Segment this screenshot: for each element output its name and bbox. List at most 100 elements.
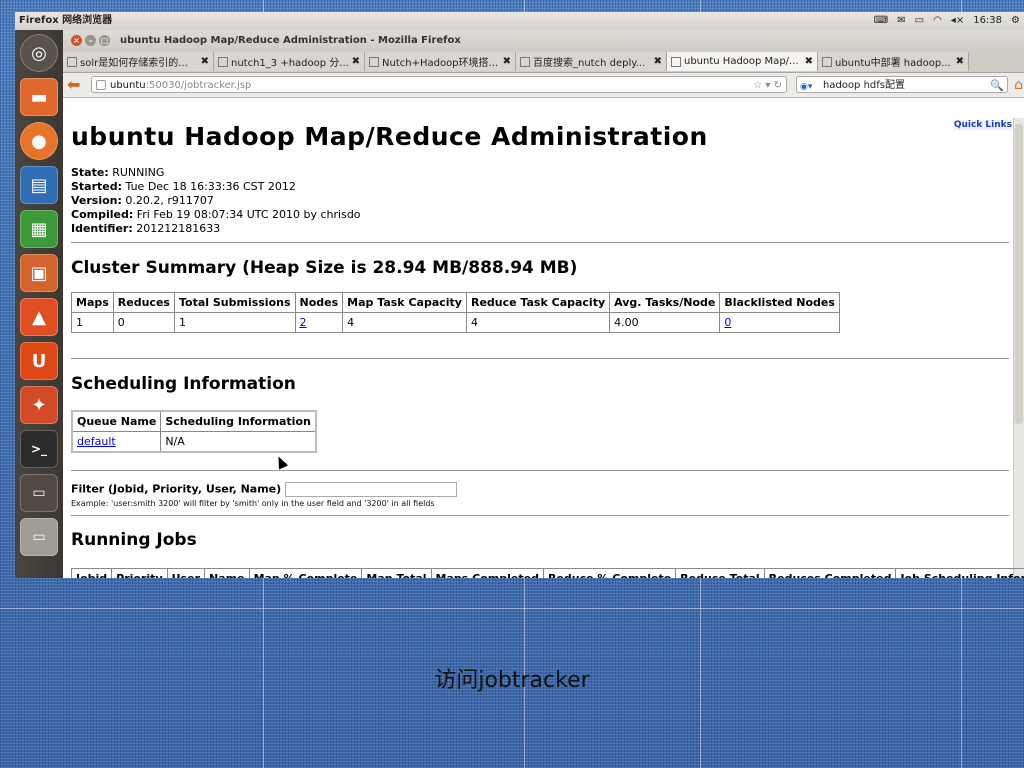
table-cell: 0 (112, 312, 175, 333)
search-engine-icon[interactable]: ◉▾ (800, 79, 812, 96)
volume-icon[interactable]: ◂× (951, 12, 964, 30)
table-row: default N/A (71, 431, 317, 453)
window-titlebar[interactable]: × – □ ubuntu Hadoop Map/Reduce Administr… (63, 30, 1024, 52)
maximize-window-button[interactable]: □ (99, 35, 110, 46)
system-settings-icon[interactable]: ✦ (20, 386, 58, 424)
scrollbar-thumb[interactable] (1015, 124, 1023, 424)
close-tab-icon[interactable]: ✖ (805, 56, 813, 67)
close-tab-icon[interactable]: ✖ (956, 56, 964, 67)
search-input[interactable]: hadoop hdfs配置 (823, 80, 905, 91)
column-header: Map % Complete (248, 568, 363, 578)
impress-icon[interactable]: ▣ (20, 254, 58, 292)
info-line: Version: 0.20.2, r911707 (71, 194, 361, 208)
tab-favicon-icon (520, 56, 530, 67)
column-header: Job Scheduling Information (895, 568, 1024, 578)
info-value: RUNNING (112, 166, 165, 179)
navigation-bar: ⬅ ubuntu:50030/jobtracker.jsp ☆ ▾ ↻ ◉▾ h… (63, 73, 1024, 98)
column-header: Reduces (112, 292, 175, 313)
web-page: Quick Links ubuntu Hadoop Map/Reduce Adm… (63, 118, 1024, 578)
info-line: Started: Tue Dec 18 16:33:36 CST 2012 (71, 180, 361, 194)
jobtracker-info: State: RUNNING Started: Tue Dec 18 16:33:… (71, 166, 361, 236)
terminal-icon[interactable]: >_ (20, 430, 58, 468)
info-value: 0.20.2, r911707 (125, 194, 214, 207)
mail-icon[interactable]: ✉ (897, 12, 905, 30)
cell-link[interactable]: 2 (300, 316, 307, 329)
column-header: Reduces Completed (763, 568, 897, 578)
cell-link[interactable]: 0 (724, 316, 731, 329)
divider (71, 470, 1009, 471)
info-label: Identifier: (71, 222, 133, 235)
cluster-summary-table: Maps Reduces Total Submissions Nodes Map Tas… (71, 292, 840, 333)
search-bar[interactable]: ◉▾ hadoop hdfs配置 🔍 (796, 76, 1008, 93)
scheduling-table: Queue Name Scheduling Information default… (71, 410, 317, 453)
column-header: Jobid (70, 568, 113, 578)
back-arrow-icon[interactable]: ⬅ (67, 76, 80, 94)
filter-row: Filter (Jobid, Priority, User, Name) (71, 482, 458, 497)
software-center-icon[interactable]: ▲ (20, 298, 58, 336)
top-panel: Firefox 网络浏览器 ⌨ ✉ ▭ ◠ ◂× 16:38 ⚙ (15, 12, 1024, 31)
close-window-button[interactable]: × (71, 35, 82, 46)
close-tab-icon[interactable]: ✖ (654, 56, 662, 67)
vertical-scrollbar[interactable] (1013, 118, 1024, 578)
close-tab-icon[interactable]: ✖ (503, 56, 511, 67)
column-header: Total Submissions (173, 292, 296, 313)
launcher: ◎ ▬ ● ▤ ▦ ▣ ▲ U ✦ >_ ▭ ▭ (15, 30, 64, 578)
divider (71, 242, 1009, 243)
info-label: Version: (71, 194, 122, 207)
filter-input[interactable] (285, 482, 458, 497)
workspace-switcher-icon[interactable]: ▭ (20, 474, 58, 512)
browser-tab[interactable]: Nutch+Hadoop环境搭... ✖ (365, 52, 516, 71)
browser-tab[interactable]: 百度搜索_nutch deply... ✖ (516, 52, 667, 71)
divider (71, 515, 1009, 516)
calc-icon[interactable]: ▦ (20, 210, 58, 248)
table-row: 1 0 1 2 4 4 4.00 0 (71, 312, 840, 333)
divider (71, 358, 1009, 359)
column-header: Reduce Task Capacity (465, 292, 611, 313)
mouse-cursor (273, 454, 289, 470)
gear-icon[interactable]: ⚙ (1011, 12, 1020, 30)
info-line: Identifier: 201212181633 (71, 222, 361, 236)
info-value: 201212181633 (136, 222, 221, 235)
url-host: ubuntu (110, 80, 146, 91)
close-tab-icon[interactable]: ✖ (352, 56, 360, 67)
column-header: Reduce % Complete (542, 568, 677, 578)
drive-icon[interactable]: ▭ (20, 518, 58, 556)
browser-tab[interactable]: ubuntu中部署 hadoop... ✖ (818, 52, 969, 71)
info-line: Compiled: Fri Feb 19 08:07:34 UTC 2010 b… (71, 208, 361, 222)
wifi-icon[interactable]: ◠ (933, 12, 942, 30)
url-bar[interactable]: ubuntu:50030/jobtracker.jsp ☆ ▾ ↻ (91, 76, 787, 93)
filter-label: Filter (Jobid, Priority, User, Name) (71, 482, 282, 496)
tab-strip: solr是如何存储索引的... ✖ nutch1_3 +hadoop 分... ✖ Nu… (63, 52, 1024, 73)
firefox-icon[interactable]: ● (20, 122, 58, 160)
browser-tab[interactable]: nutch1_3 +hadoop 分... ✖ (214, 52, 365, 71)
column-header: Map Task Capacity (342, 292, 467, 313)
writer-icon[interactable]: ▤ (20, 166, 58, 204)
system-tray: ⌨ ✉ ▭ ◠ ◂× 16:38 ⚙ (874, 12, 1020, 30)
cell-link[interactable]: default (77, 435, 116, 448)
home-icon[interactable]: ⌂ (1014, 77, 1023, 93)
close-tab-icon[interactable]: ✖ (201, 56, 209, 67)
browser-tab[interactable]: solr是如何存储索引的... ✖ (63, 52, 214, 71)
dash-home-icon[interactable]: ◎ (20, 34, 58, 72)
table-cell: N/A (160, 431, 317, 453)
quick-links[interactable]: Quick Links (953, 120, 1012, 130)
table-cell: 4.00 (609, 312, 721, 333)
clock[interactable]: 16:38 (973, 12, 1002, 30)
keyboard-icon[interactable]: ⌨ (874, 12, 888, 30)
bookmark-star-icon[interactable]: ☆ ▾ ↻ (753, 77, 782, 94)
search-icon[interactable]: 🔍 (990, 77, 1004, 94)
tab-favicon-icon (67, 56, 77, 67)
column-header: Map Total (361, 568, 432, 578)
battery-icon[interactable]: ▭ (915, 12, 924, 30)
table-cell: 1 (71, 312, 114, 333)
column-header: Maps (71, 292, 114, 313)
tab-label: solr是如何存储索引的... (80, 58, 188, 69)
browser-tab[interactable]: ubuntu Hadoop Map/... ✖ (667, 52, 818, 71)
tab-label: ubuntu中部署 hadoop... (835, 58, 951, 69)
files-icon[interactable]: ▬ (20, 78, 58, 116)
info-value: Tue Dec 18 16:33:36 CST 2012 (125, 180, 296, 193)
ubuntu-one-icon[interactable]: U (20, 342, 58, 380)
tab-label: 百度搜索_nutch deply... (533, 58, 646, 69)
site-identity-icon[interactable] (96, 80, 106, 90)
minimize-window-button[interactable]: – (85, 35, 96, 46)
